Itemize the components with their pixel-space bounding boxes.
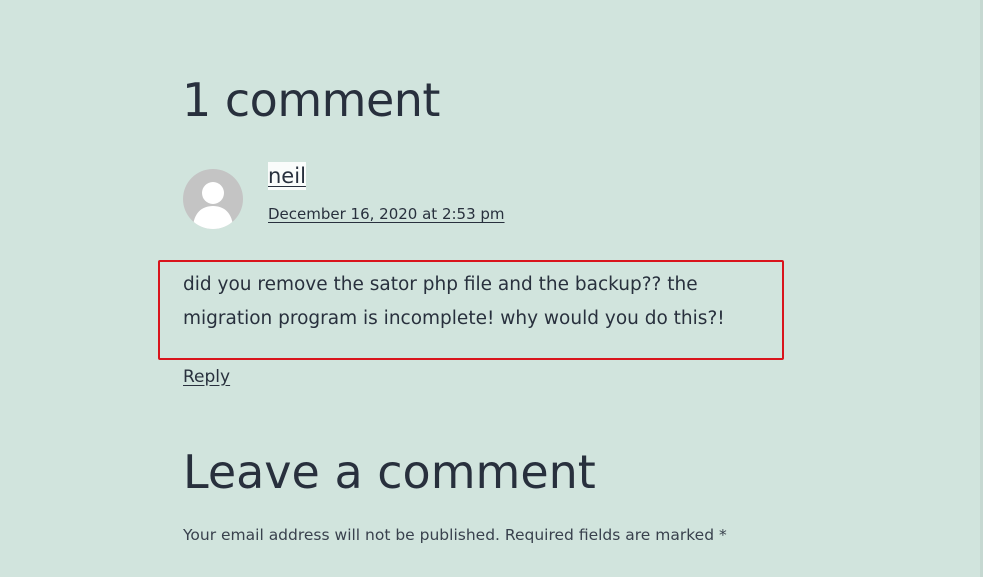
reply-link[interactable]: Reply bbox=[183, 365, 230, 389]
comment-date-link[interactable]: December 16, 2020 at 2:53 pm bbox=[268, 203, 505, 225]
leave-comment-title: Leave a comment bbox=[183, 445, 596, 499]
comment-body-text: did you remove the sator php file and th… bbox=[183, 274, 725, 329]
comment-author-link[interactable]: neil bbox=[268, 162, 306, 190]
email-notice: Your email address will not be published… bbox=[183, 526, 500, 544]
default-user-avatar-icon bbox=[183, 169, 243, 229]
comment-notes: Your email address will not be published… bbox=[183, 524, 727, 546]
required-marker: * bbox=[718, 526, 727, 544]
comments-title: 1 comment bbox=[182, 73, 440, 127]
required-notice: Required fields are marked bbox=[504, 526, 715, 544]
user-silhouette-icon bbox=[193, 182, 233, 229]
